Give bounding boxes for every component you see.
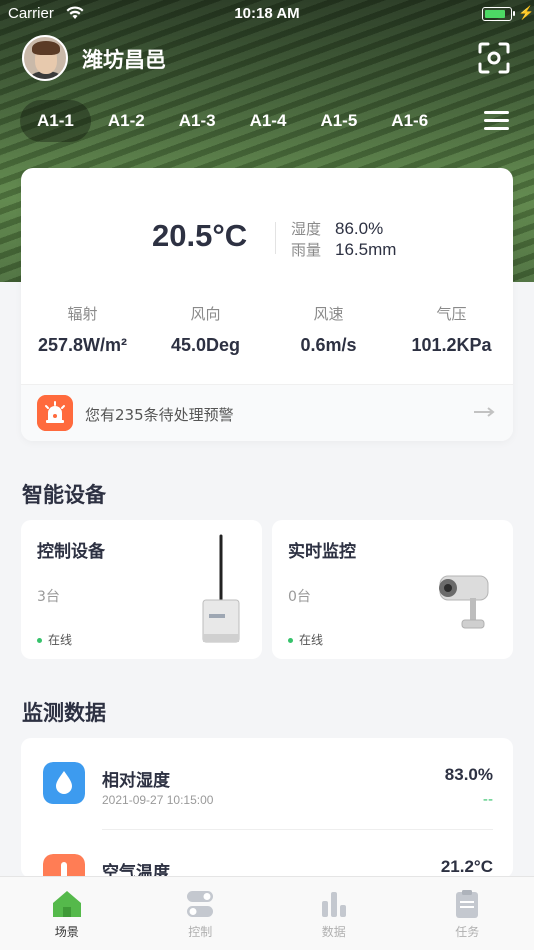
humidity-row: 湿度 86.0% (291, 218, 383, 239)
device-count: 0台 (288, 589, 311, 605)
divider (275, 222, 276, 254)
metric-value: 101.2KPa (411, 335, 492, 355)
data-row-temperature[interactable]: 空气温度 21.2°C (21, 830, 513, 878)
tabbar-item-control[interactable]: 控制 (134, 877, 268, 950)
data-value: 83.0% (444, 765, 493, 784)
alert-banner[interactable]: 您有235条待处理预警 (21, 384, 513, 441)
tab-a1-1[interactable]: A1-1 (20, 100, 91, 142)
water-drop-icon (43, 762, 85, 804)
status-label: 在线 (299, 633, 324, 647)
bar-chart-icon (321, 892, 346, 917)
tab-a1-5[interactable]: A1-5 (303, 100, 374, 142)
charging-icon: ⚡ (518, 5, 534, 20)
weather-metrics: 辐射 257.8W/m² 风向 45.0Deg 风速 0.6m/s 气压 101… (21, 303, 513, 356)
arrow-right-icon (474, 407, 495, 417)
tabbar-label: 场景 (54, 925, 79, 939)
device-card-title: 实时监控 (288, 542, 356, 562)
metric-value: 257.8W/m² (37, 335, 128, 355)
tab-a1-4[interactable]: A1-4 (233, 100, 304, 142)
tabbar-label: 控制 (188, 925, 213, 939)
rainfall-value: 16.5mm (335, 240, 397, 259)
tabbar-label: 数据 (321, 925, 346, 939)
metric-label: 风向 (190, 305, 221, 323)
area-tabs: A1-1 A1-2 A1-3 A1-4 A1-5 A1-6 (20, 100, 445, 142)
rainfall-label: 雨量 (291, 241, 322, 259)
tabbar-label: 任务 (455, 925, 480, 939)
metric-label: 风速 (313, 305, 344, 323)
alarm-icon (37, 395, 73, 431)
device-card-control[interactable]: 控制设备 3台 在线 (21, 520, 262, 659)
data-name: 空气温度 (102, 863, 170, 878)
device-card-title: 控制设备 (37, 542, 105, 562)
battery-icon (482, 7, 515, 21)
data-value: 21.2°C (440, 857, 493, 876)
tabbar-item-data[interactable]: 数据 (267, 877, 401, 950)
humidity-label: 湿度 (291, 220, 322, 238)
menu-icon[interactable] (484, 111, 509, 131)
clock: 10:18 AM (234, 5, 300, 22)
data-trend: -- (482, 792, 493, 808)
alert-text: 您有235条待处理预警 (85, 406, 234, 424)
tabbar-item-scene[interactable]: 场景 (0, 877, 134, 950)
thermometer-icon (43, 854, 85, 878)
avatar[interactable] (22, 35, 68, 81)
status-label: 在线 (48, 633, 73, 647)
metric-radiation: 辐射 257.8W/m² (21, 303, 144, 356)
metric-value: 45.0Deg (170, 335, 241, 355)
status-bar: Carrier 10:18 AM ⚡ (0, 0, 534, 28)
tabbar-item-tasks[interactable]: 任务 (401, 877, 534, 950)
data-name: 相对湿度 (102, 771, 170, 791)
gateway-device-icon (202, 534, 240, 643)
device-card-monitor[interactable]: 实时监控 0台 在线 (272, 520, 513, 659)
clipboard-icon (456, 890, 479, 918)
metric-label: 气压 (436, 305, 467, 323)
online-status: 在线 (288, 631, 323, 648)
status-dot (288, 638, 293, 643)
monitoring-card: 相对湿度 2021-09-27 10:15:00 83.0% -- 空气温度 2… (21, 738, 513, 878)
section-title-devices: 智能设备 (22, 483, 106, 507)
tab-a1-2[interactable]: A1-2 (91, 100, 162, 142)
toggle-icon (187, 891, 214, 917)
metric-value: 0.6m/s (300, 335, 357, 355)
status-dot (37, 638, 42, 643)
rainfall-row: 雨量 16.5mm (291, 239, 396, 260)
location-title[interactable]: 潍坊昌邑 (82, 44, 166, 74)
metric-wind-speed: 风速 0.6m/s (267, 303, 390, 356)
metric-wind-direction: 风向 45.0Deg (144, 303, 267, 356)
section-title-monitoring: 监测数据 (22, 701, 106, 725)
metric-pressure: 气压 101.2KPa (390, 303, 513, 356)
home-icon (52, 891, 81, 917)
temperature-value: 20.5°C (152, 218, 248, 253)
scan-icon[interactable] (478, 42, 510, 74)
camera-icon (439, 575, 489, 629)
humidity-value: 86.0% (335, 219, 384, 238)
device-count: 3台 (37, 589, 60, 605)
data-row-humidity[interactable]: 相对湿度 2021-09-27 10:15:00 83.0% -- (21, 738, 513, 830)
tab-a1-3[interactable]: A1-3 (162, 100, 233, 142)
tab-a1-6[interactable]: A1-6 (374, 100, 445, 142)
data-timestamp: 2021-09-27 10:15:00 (102, 793, 214, 807)
online-status: 在线 (37, 631, 72, 648)
weather-card: 20.5°C 湿度 86.0% 雨量 16.5mm 辐射 257.8W/m² 风向 … (21, 168, 513, 441)
moon-icon (79, 230, 107, 259)
bottom-tab-bar: 场景 控制 数据 任务 (0, 876, 534, 950)
metric-label: 辐射 (67, 305, 98, 323)
